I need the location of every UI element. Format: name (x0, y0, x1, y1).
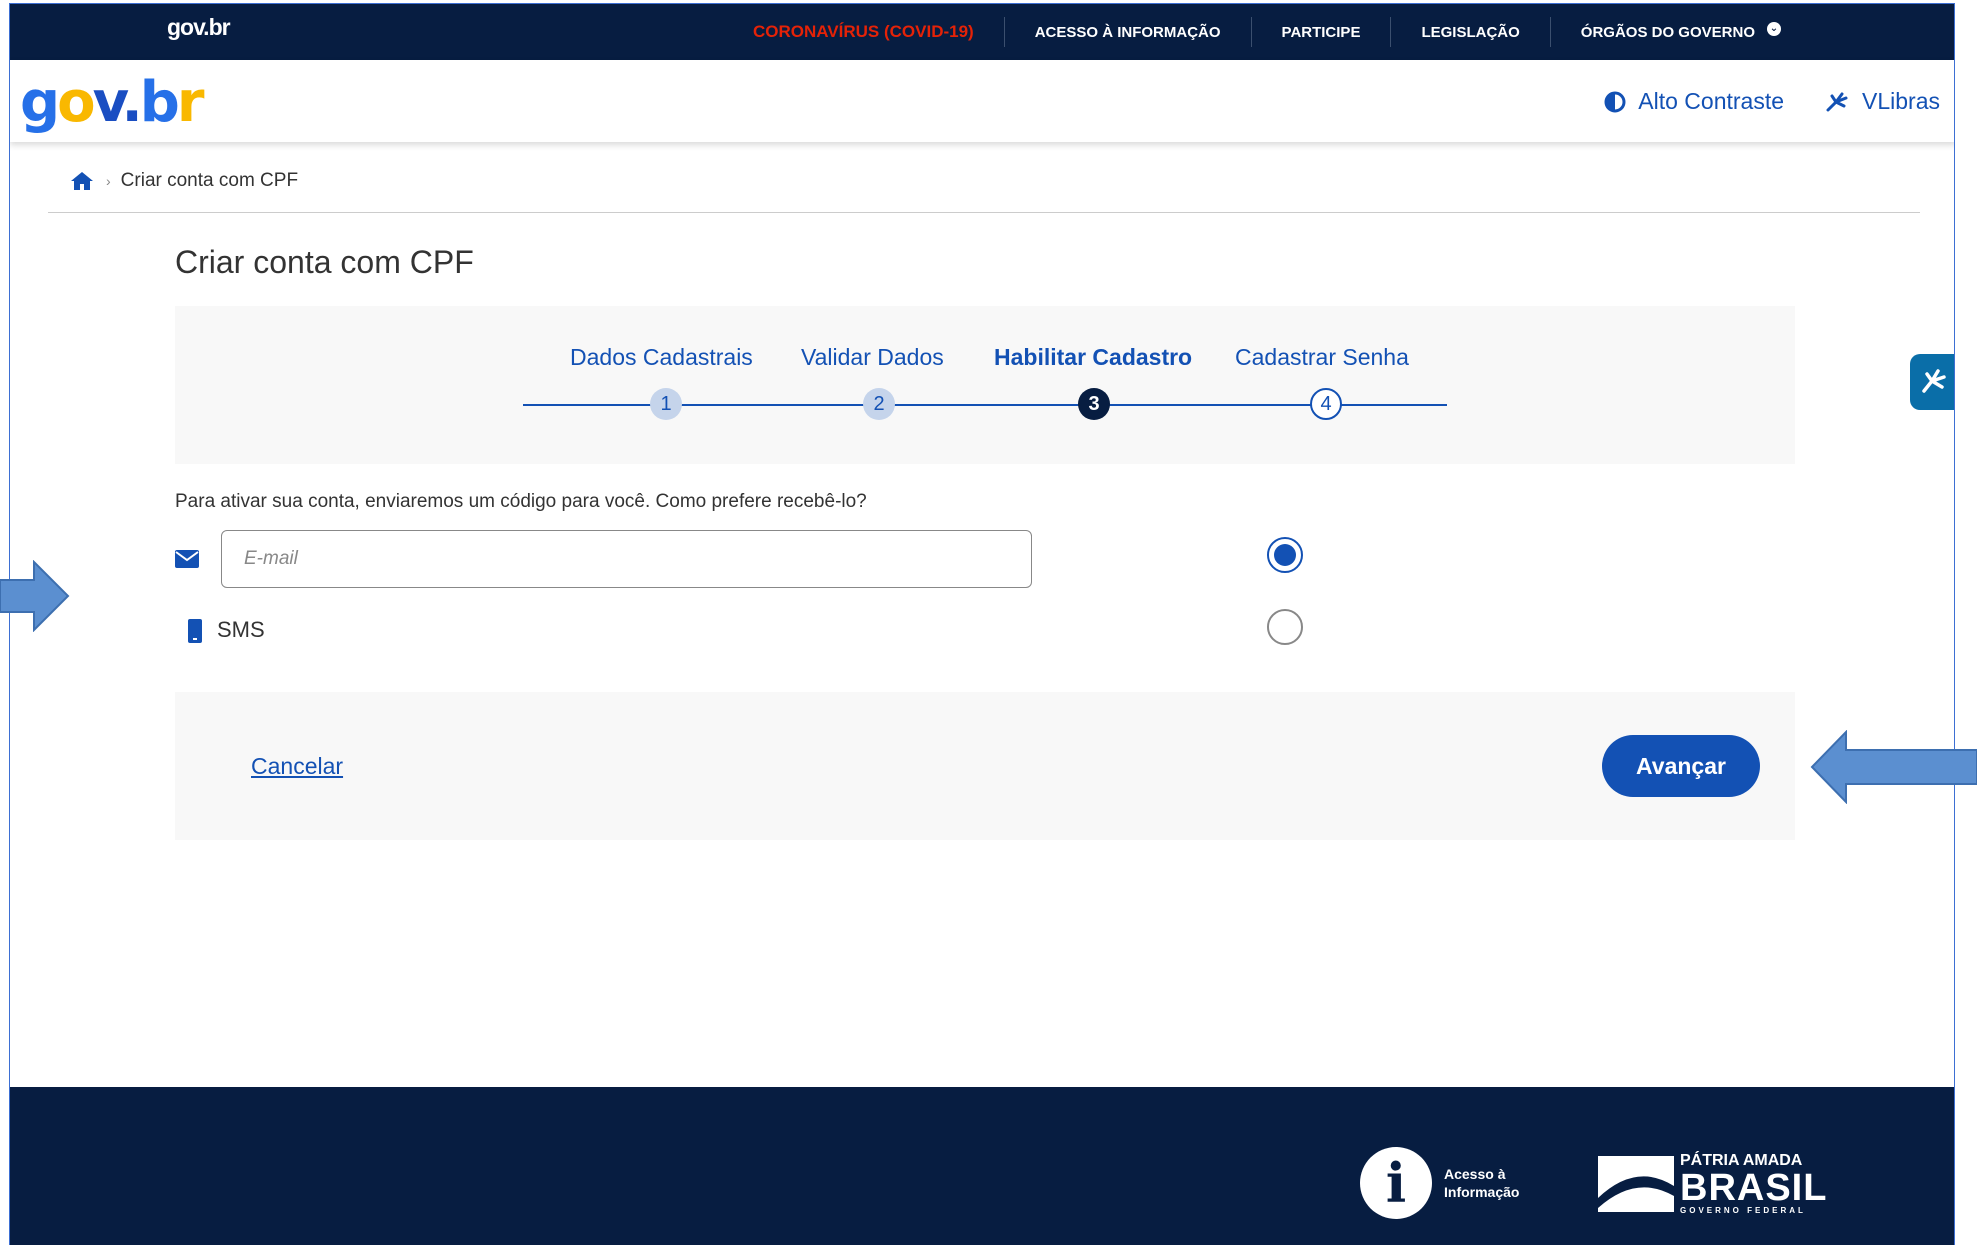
nav-item-orgaos-label: ÓRGÃOS DO GOVERNO (1580, 23, 1755, 41)
step-label: Validar Dados (801, 344, 944, 370)
breadcrumb-current: Criar conta com CPF (120, 170, 299, 191)
annotation-arrow-right-icon (0, 560, 70, 632)
page-title: Criar conta com CPF (175, 244, 474, 280)
radio-sms[interactable] (1267, 609, 1303, 645)
step-circle-3: 3 (1078, 388, 1110, 420)
topbar-brand[interactable]: gov.br (167, 14, 231, 41)
delivery-question: Para ativar sua conta, enviaremos um cód… (175, 491, 867, 512)
annotation-arrow-left-icon (1810, 730, 1977, 804)
info-icon: i (1360, 1147, 1432, 1219)
top-bar: gov.br CORONAVÍRUS (COVID-19) ACESSO À I… (10, 4, 1954, 60)
info-line2: Informação (1444, 1184, 1520, 1200)
step-cadastrar-senha: Cadastrar Senha (1235, 344, 1409, 371)
topbar-nav: CORONAVÍRUS (COVID-19) ACESSO À INFORMAÇ… (730, 4, 1811, 60)
nav-item-covid[interactable]: CORONAVÍRUS (COVID-19) (730, 17, 1004, 47)
nav-item-acesso-informacao[interactable]: ACESSO À INFORMAÇÃO (1003, 17, 1251, 47)
site-header: gov.br Alto Contraste VLibras (10, 60, 1954, 142)
contrast-icon (1604, 91, 1626, 112)
info-line1: Acesso à (1444, 1166, 1506, 1182)
stepper: Dados Cadastrais 1 Validar Dados 2 Habil… (175, 306, 1795, 464)
advance-button[interactable]: Avançar (1602, 735, 1760, 797)
nav-item-participe[interactable]: PARTICIPE (1250, 17, 1391, 47)
email-field[interactable] (221, 530, 1032, 588)
brasil-logo[interactable]: PÁTRIA AMADA BRASIL GOVERNO FEDERAL (1598, 1153, 1827, 1215)
step-label: Dados Cadastrais (570, 344, 753, 370)
flag-icon (1598, 1156, 1674, 1212)
radio-email[interactable] (1267, 537, 1303, 573)
brasil-logo-text: PÁTRIA AMADA BRASIL GOVERNO FEDERAL (1680, 1153, 1827, 1215)
nav-item-legislacao[interactable]: LEGISLAÇÃO (1390, 17, 1549, 47)
mobile-phone-icon (188, 619, 202, 643)
browser-frame: gov.br CORONAVÍRUS (COVID-19) ACESSO À I… (9, 3, 1955, 1245)
acesso-informacao-logo[interactable]: i Acesso à Informação (1360, 1147, 1544, 1219)
govbr-logo[interactable]: gov.br (20, 70, 204, 135)
divider (48, 212, 1920, 213)
envelope-icon (175, 550, 199, 568)
chevron-right-icon: › (106, 173, 111, 189)
step-label: Habilitar Cadastro (994, 344, 1193, 370)
step-habilitar-cadastro: Habilitar Cadastro (994, 344, 1192, 371)
sign-language-icon (1826, 92, 1848, 111)
breadcrumb: › Criar conta com CPF (70, 170, 298, 192)
step-validar-dados[interactable]: Validar Dados (801, 344, 944, 371)
nav-item-orgaos[interactable]: ÓRGÃOS DO GOVERNO ⌄ (1549, 17, 1811, 47)
header-links: Alto Contraste VLibras (1564, 88, 1940, 115)
vlibras-link[interactable]: VLibras (1824, 88, 1940, 115)
step-label: Cadastrar Senha (1235, 344, 1409, 370)
action-panel: Cancelar Avançar (175, 692, 1795, 840)
brasil-line2: BRASIL (1680, 1167, 1828, 1209)
step-circle-1[interactable]: 1 (650, 388, 682, 420)
chevron-down-icon: ⌄ (1766, 22, 1781, 36)
info-logo-text: Acesso à Informação (1444, 1165, 1544, 1201)
sign-language-hands-icon (1922, 369, 1946, 393)
site-footer: i Acesso à Informação PÁTRIA AMADA BRASI… (10, 1087, 1954, 1245)
high-contrast-toggle[interactable]: Alto Contraste (1604, 88, 1784, 115)
vlibras-label: VLibras (1862, 88, 1940, 114)
sms-label: SMS (217, 617, 265, 642)
home-icon[interactable] (70, 171, 94, 191)
cancel-link[interactable]: Cancelar (251, 753, 343, 780)
vlibras-widget[interactable] (1910, 354, 1954, 410)
brasil-line3: GOVERNO FEDERAL (1680, 1206, 1806, 1215)
high-contrast-label: Alto Contraste (1638, 88, 1785, 114)
step-circle-2[interactable]: 2 (863, 388, 895, 420)
step-circle-4: 4 (1310, 388, 1342, 420)
step-dados-cadastrais[interactable]: Dados Cadastrais (570, 344, 753, 371)
